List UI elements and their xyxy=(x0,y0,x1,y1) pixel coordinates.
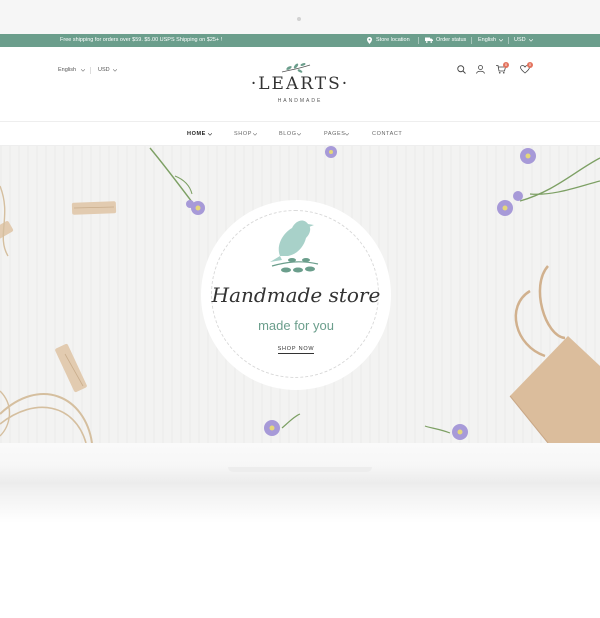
truck-icon xyxy=(425,37,433,43)
search-icon[interactable] xyxy=(457,65,466,74)
chevron-down-icon xyxy=(297,133,301,136)
device-camera xyxy=(297,17,301,21)
bird-icon xyxy=(270,220,319,273)
chevron-down-icon xyxy=(529,39,533,42)
nav-item-blog[interactable]: BLOG xyxy=(279,131,297,137)
chevron-down-icon xyxy=(499,39,503,42)
chevron-down-icon xyxy=(208,133,212,136)
site-header: English USD ·LEARTS· HANDMADE 0 0 xyxy=(0,47,600,121)
user-icon[interactable] xyxy=(476,65,485,74)
chevron-down-icon xyxy=(81,69,85,72)
shop-now-label: SHOP NOW xyxy=(277,346,315,354)
promo-text: Free shipping for orders over $59. $5.00… xyxy=(60,37,223,43)
divider xyxy=(508,37,509,44)
wishlist-count-badge: 0 xyxy=(527,62,533,68)
topbar-language-select[interactable]: English xyxy=(478,37,496,43)
nav-item-home[interactable]: HOME xyxy=(187,131,206,137)
chevron-down-icon xyxy=(253,133,257,136)
map-pin-icon xyxy=(367,37,372,44)
logo-subtitle: HANDMADE xyxy=(277,98,323,104)
header-language-select[interactable]: English xyxy=(58,67,76,73)
nav-item-shop[interactable]: SHOP xyxy=(234,131,252,137)
main-nav: HOME SHOP BLOG PAGES CONTACT xyxy=(0,121,600,146)
chevron-down-icon xyxy=(345,133,349,136)
topbar-currency-select[interactable]: USD xyxy=(514,37,526,43)
divider xyxy=(471,37,472,44)
cart-count-badge: 0 xyxy=(503,62,509,68)
logo-branch-icon xyxy=(281,63,311,73)
logo-title[interactable]: ·LEARTS· xyxy=(240,74,360,94)
shop-now-button[interactable]: SHOP NOW xyxy=(200,346,392,354)
order-status-link[interactable]: Order status xyxy=(436,37,466,43)
top-bar: Free shipping for orders over $59. $5.00… xyxy=(0,34,600,47)
divider xyxy=(418,37,419,44)
hero-subtitle: made for you xyxy=(258,318,334,333)
nav-item-pages[interactable]: PAGES xyxy=(324,131,346,137)
nav-item-contact[interactable]: CONTACT xyxy=(372,131,402,137)
header-currency-select[interactable]: USD xyxy=(98,67,110,73)
divider xyxy=(90,67,91,74)
hero-title: Handmade store xyxy=(211,283,381,307)
device-stand-notch xyxy=(228,467,372,472)
store-location-link[interactable]: Store location xyxy=(376,37,410,43)
chevron-down-icon xyxy=(113,69,117,72)
